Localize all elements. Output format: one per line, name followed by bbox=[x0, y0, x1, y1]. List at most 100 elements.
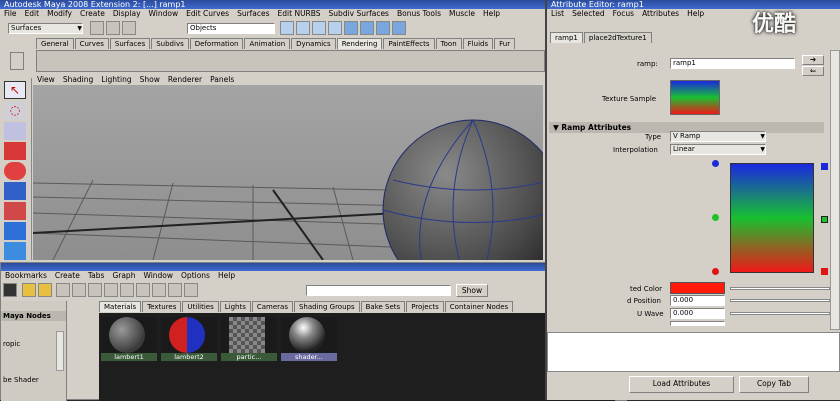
viewport-menu-renderer[interactable]: Renderer bbox=[168, 75, 202, 84]
node-name-field[interactable]: ramp1 bbox=[670, 58, 795, 69]
viewport-menu-panels[interactable]: Panels bbox=[210, 75, 234, 84]
viewport-menu-shading[interactable]: Shading bbox=[63, 75, 93, 84]
menu-surfaces[interactable]: Surfaces bbox=[237, 9, 269, 18]
hypershade-tab-textures[interactable]: Textures bbox=[142, 301, 182, 312]
hypershade-menu-window[interactable]: Window bbox=[143, 271, 173, 280]
ramp-handle-green[interactable] bbox=[712, 214, 719, 221]
viewport-menu-view[interactable]: View bbox=[37, 75, 55, 84]
hypershade-tab-bake-sets[interactable]: Bake Sets bbox=[360, 301, 406, 312]
new-scene-icon[interactable] bbox=[90, 21, 104, 35]
shelf-tab-curves[interactable]: Curves bbox=[74, 38, 109, 49]
menu-create[interactable]: Create bbox=[80, 9, 105, 18]
hypershade-filter-field[interactable] bbox=[306, 285, 451, 296]
show-manipulator-icon[interactable] bbox=[4, 242, 26, 260]
hypershade-menu-tabs[interactable]: Tabs bbox=[88, 271, 105, 280]
ramp-delete-blue[interactable] bbox=[821, 163, 828, 170]
shelf-tab-general[interactable]: General bbox=[36, 38, 74, 49]
hypershade-tab-shading-groups[interactable]: Shading Groups bbox=[293, 301, 360, 312]
menu-edit-curves[interactable]: Edit Curves bbox=[186, 9, 229, 18]
stop-icon[interactable] bbox=[3, 283, 17, 297]
hypershade-menu-options[interactable]: Options bbox=[181, 271, 210, 280]
ae-menu-list[interactable]: List bbox=[551, 9, 564, 18]
notes-area[interactable] bbox=[547, 332, 840, 372]
u-wave-field[interactable]: 0.000 bbox=[670, 308, 725, 319]
viewport-menu-show[interactable]: Show bbox=[140, 75, 160, 84]
show-button[interactable]: Show bbox=[456, 284, 488, 297]
render-settings-icon[interactable] bbox=[376, 21, 390, 35]
graph-up-icon[interactable] bbox=[56, 283, 71, 297]
hypershade-menu-graph[interactable]: Graph bbox=[112, 271, 135, 280]
hypershade-menu-bookmarks[interactable]: Bookmarks bbox=[5, 271, 47, 280]
graph-down-icon[interactable] bbox=[72, 283, 87, 297]
shelf-tab-toon[interactable]: Toon bbox=[435, 38, 462, 49]
rearrange-icon[interactable] bbox=[120, 283, 135, 297]
focus-node-button[interactable]: ➔ bbox=[802, 55, 824, 65]
copy-tab-button[interactable]: Copy Tab bbox=[739, 376, 809, 393]
hypershade-tab-cameras[interactable]: Cameras bbox=[251, 301, 293, 312]
interpolation-dropdown[interactable]: Linear ▼ bbox=[670, 144, 766, 155]
menu-file[interactable]: File bbox=[4, 9, 17, 18]
hypershade-tab-utilities[interactable]: Utilities bbox=[182, 301, 219, 312]
menu-modify[interactable]: Modify bbox=[47, 9, 72, 18]
open-scene-icon[interactable] bbox=[106, 21, 120, 35]
selected-position-slider[interactable] bbox=[730, 299, 830, 302]
shelf-options-button[interactable] bbox=[10, 52, 24, 70]
ae-menu-help[interactable]: Help bbox=[687, 9, 704, 18]
input-output-icon[interactable] bbox=[136, 283, 151, 297]
shelf-tab-painteffects[interactable]: PaintEffects bbox=[383, 38, 435, 49]
snap-grid-icon[interactable] bbox=[280, 21, 294, 35]
shelf-tab-deformation[interactable]: Deformation bbox=[189, 38, 244, 49]
node-label-cube-shader[interactable]: be Shader bbox=[1, 375, 66, 385]
ramp-gradient[interactable] bbox=[730, 163, 814, 273]
menu-edit-nurbs[interactable]: Edit NURBS bbox=[278, 9, 321, 18]
help-icon[interactable] bbox=[392, 21, 406, 35]
ramp-delete-green[interactable] bbox=[821, 216, 828, 223]
ipr-render-icon[interactable] bbox=[360, 21, 374, 35]
save-scene-icon[interactable] bbox=[122, 21, 136, 35]
ae-menu-selected[interactable]: Selected bbox=[572, 9, 605, 18]
material-swatch[interactable]: lambert1 bbox=[101, 317, 157, 361]
hypershade-menu-create[interactable]: Create bbox=[55, 271, 80, 280]
hypershade-tab-container-nodes[interactable]: Container Nodes bbox=[444, 301, 514, 312]
snap-point-icon[interactable] bbox=[312, 21, 326, 35]
presets-button[interactable]: ⇐ bbox=[802, 66, 824, 76]
selected-position-field[interactable]: 0.000 bbox=[670, 295, 725, 306]
ramp-delete-red[interactable] bbox=[821, 268, 828, 275]
render-icon[interactable] bbox=[344, 21, 358, 35]
shelf-tab-fluids[interactable]: Fluids bbox=[462, 38, 494, 49]
hypershade-tab-lights[interactable]: Lights bbox=[219, 301, 251, 312]
selected-color-slider[interactable] bbox=[730, 287, 830, 290]
create-panel-scrollbar[interactable] bbox=[56, 331, 64, 371]
menu-subdiv-surfaces[interactable]: Subdiv Surfaces bbox=[329, 9, 389, 18]
scale-tool-icon[interactable] bbox=[4, 182, 26, 200]
next-attribute-field[interactable] bbox=[670, 321, 725, 326]
rotate-tool-icon[interactable] bbox=[4, 162, 26, 180]
shelf-tab-fur[interactable]: Fur bbox=[494, 38, 516, 49]
selected-color-swatch[interactable] bbox=[670, 282, 725, 294]
select-tool-icon[interactable]: ↖ bbox=[4, 81, 26, 99]
menu-bonus-tools[interactable]: Bonus Tools bbox=[397, 9, 441, 18]
viewport[interactable]: View Shading Lighting Show Renderer Panels bbox=[33, 75, 543, 260]
forward-arrow-icon[interactable] bbox=[37, 283, 52, 297]
snap-curve-icon[interactable] bbox=[296, 21, 310, 35]
hypershade-tab-materials[interactable]: Materials bbox=[99, 301, 142, 312]
paint-select-icon[interactable] bbox=[4, 122, 26, 140]
menu-muscle[interactable]: Muscle bbox=[449, 9, 475, 18]
texture-sample-swatch[interactable] bbox=[670, 80, 720, 115]
clear-graph-icon[interactable] bbox=[104, 283, 119, 297]
shelf-tab-animation[interactable]: Animation bbox=[244, 38, 291, 49]
show-bottom-tabs-icon[interactable] bbox=[168, 283, 183, 297]
material-swatch[interactable]: shader... bbox=[281, 317, 337, 361]
attribute-editor-scrollbar[interactable] bbox=[830, 50, 840, 330]
hypershade-tab-projects[interactable]: Projects bbox=[406, 301, 444, 312]
load-attributes-button[interactable]: Load Attributes bbox=[629, 376, 734, 393]
selection-mode-field[interactable]: Objects bbox=[187, 23, 275, 34]
menu-edit[interactable]: Edit bbox=[25, 9, 40, 18]
lasso-tool-icon[interactable]: ◌ bbox=[4, 102, 26, 120]
ramp-handle-blue[interactable] bbox=[712, 160, 719, 167]
type-dropdown[interactable]: V Ramp ▼ bbox=[670, 131, 766, 142]
manipulator-icon[interactable] bbox=[4, 202, 26, 220]
soft-mod-icon[interactable] bbox=[4, 222, 26, 240]
graph-updown-icon[interactable] bbox=[88, 283, 103, 297]
back-arrow-icon[interactable] bbox=[21, 283, 36, 297]
